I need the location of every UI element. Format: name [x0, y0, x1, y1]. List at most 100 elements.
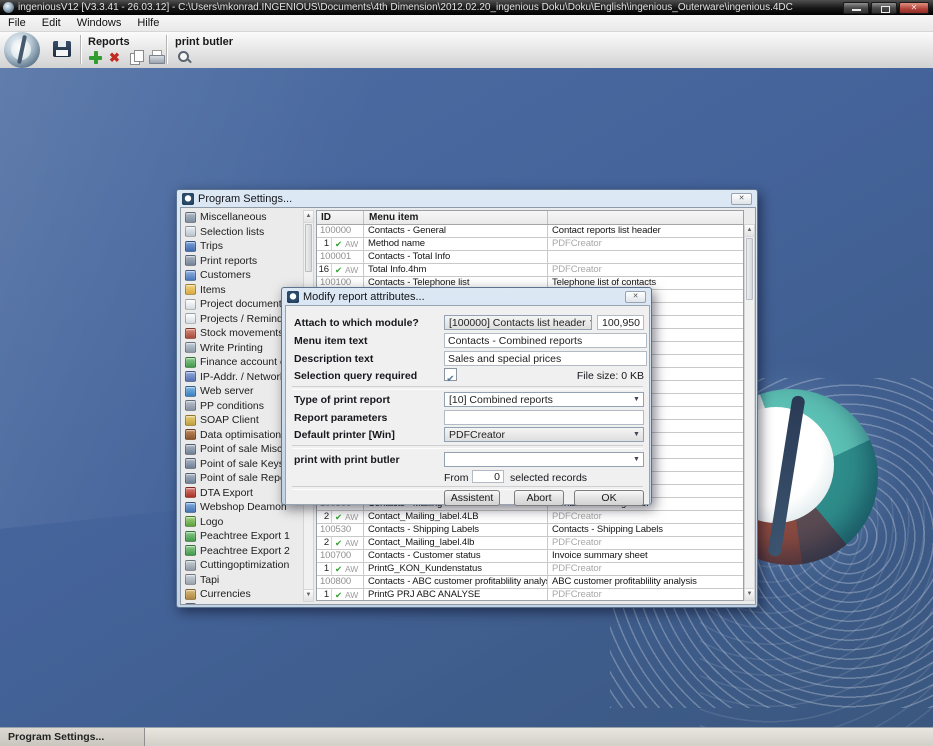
- table-row[interactable]: 2 ✔ AW Contact_Mailing_label.4lb PDFCrea…: [317, 537, 743, 550]
- close-button[interactable]: ✕: [899, 1, 929, 14]
- table-row[interactable]: 100800 Contacts - ABC customer profitabl…: [317, 576, 743, 589]
- sidebar-item[interactable]: Sales Synchronisation: [181, 602, 303, 604]
- sidebar-item[interactable]: Print reports: [181, 254, 303, 269]
- save-icon: [53, 41, 71, 57]
- minimize-button[interactable]: [843, 1, 869, 14]
- aw-flag: AW: [345, 239, 359, 249]
- sidebar-item[interactable]: Customers: [181, 268, 303, 283]
- scroll-down-icon[interactable]: ▼: [304, 589, 313, 601]
- row-description: Invoice summary sheet: [552, 550, 648, 561]
- attach-id-field[interactable]: [597, 315, 644, 330]
- settings-close-button[interactable]: ✕: [731, 192, 752, 205]
- description-text-field[interactable]: [444, 351, 647, 366]
- row-id-cell: 100001: [317, 251, 364, 263]
- sidebar-item[interactable]: Peachtree Export 2: [181, 544, 303, 559]
- header-description: [548, 211, 743, 224]
- copy-report-button[interactable]: [130, 50, 144, 65]
- sidebar-item[interactable]: Trips: [181, 239, 303, 254]
- attach-module-label: Attach to which module?: [294, 317, 419, 329]
- sidebar-item-icon: [185, 429, 196, 441]
- row-number: 1: [317, 589, 332, 600]
- ok-button[interactable]: OK: [574, 490, 644, 506]
- dialog-titlebar[interactable]: Modify report attributes... ✕: [285, 288, 648, 305]
- scroll-up-icon[interactable]: ▲: [304, 211, 313, 223]
- scroll-down-icon[interactable]: ▼: [745, 588, 754, 600]
- sidebar-item-icon: [185, 255, 196, 267]
- row-number: 2: [317, 511, 332, 523]
- row-number: 2: [317, 537, 332, 549]
- modify-report-dialog: Modify report attributes... ✕ Attach to …: [281, 287, 652, 506]
- table-row[interactable]: 2 ✔ AW Contact_Mailing_label.4LB PDFCrea…: [317, 511, 743, 524]
- row-id-cell: 1 ✔ AW: [317, 589, 364, 600]
- sidebar-item-label: Miscellaneous: [200, 211, 267, 224]
- sidebar-item-label: Write Printing: [200, 341, 263, 354]
- sidebar-item-icon: [185, 226, 196, 238]
- row-menu-item: PrintG_KON_Kundenstatus: [364, 563, 548, 575]
- table-row[interactable]: 100000 Contacts - General Contact report…: [317, 225, 743, 238]
- description-text-label: Description text: [294, 353, 374, 365]
- sidebar-item-icon: [185, 472, 196, 484]
- print-butler-dropdown[interactable]: ▼: [444, 452, 644, 467]
- add-report-button[interactable]: [88, 50, 103, 65]
- sidebar-item[interactable]: Selection lists: [181, 225, 303, 240]
- table-row[interactable]: 1 ✔ AW PrintG PRJ ABC ANALYSE PDFCreator: [317, 589, 743, 600]
- menu-item-text-field[interactable]: [444, 333, 647, 348]
- menubar: File Edit Windows Hilfe: [0, 15, 933, 32]
- table-row[interactable]: 16 ✔ AW Total Info.4hm PDFCreator: [317, 264, 743, 277]
- delete-report-button[interactable]: ✖: [109, 50, 120, 65]
- table-row[interactable]: 1 ✔ AW PrintG_KON_Kundenstatus PDFCreato…: [317, 563, 743, 576]
- sidebar-item[interactable]: Miscellaneous: [181, 210, 303, 225]
- sidebar-item-label: Web server: [200, 385, 254, 398]
- row-description: PDFCreator: [552, 511, 602, 522]
- print-report-button[interactable]: [149, 50, 165, 65]
- default-printer-dropdown[interactable]: PDFCreator ▼: [444, 427, 644, 442]
- table-row[interactable]: 100700 Contacts - Customer status Invoic…: [317, 550, 743, 563]
- preview-button[interactable]: [177, 50, 192, 65]
- abort-button[interactable]: Abort: [514, 490, 564, 506]
- sidebar-item[interactable]: Cuttingoptimization: [181, 558, 303, 573]
- sidebar-item-icon: [185, 240, 196, 252]
- check-icon: ✔: [334, 512, 343, 522]
- scrollbar-thumb[interactable]: [305, 224, 312, 272]
- sidebar-item-label: SOAP Client: [200, 414, 259, 427]
- row-description: PDFCreator: [552, 563, 602, 574]
- header-menu-item: Menu item: [364, 211, 548, 224]
- settings-titlebar[interactable]: Program Settings... ✕: [180, 190, 754, 207]
- row-description: ABC customer profitablility analysis: [552, 576, 697, 587]
- row-id-cell: 2 ✔ AW: [317, 537, 364, 549]
- scroll-up-icon[interactable]: ▲: [745, 225, 754, 237]
- sidebar-item[interactable]: Peachtree Export 1: [181, 529, 303, 544]
- row-id-cell: 100000: [317, 225, 364, 237]
- table-row[interactable]: 100530 Contacts - Shipping Labels Contac…: [317, 524, 743, 537]
- menu-item[interactable]: Hilfe: [129, 15, 167, 31]
- sidebar-item-icon: [185, 516, 196, 528]
- menu-item[interactable]: Edit: [34, 15, 69, 31]
- sidebar-item[interactable]: Logo: [181, 515, 303, 530]
- table-row[interactable]: 100001 Contacts - Total Info: [317, 251, 743, 264]
- table-row[interactable]: 1 ✔ AW Method name PDFCreator: [317, 238, 743, 251]
- sidebar-item[interactable]: Currencies: [181, 587, 303, 602]
- row-menu-item: Contact_Mailing_label.4lb: [364, 537, 548, 549]
- assistent-button[interactable]: Assistent: [444, 490, 500, 506]
- sidebar-item-icon: [185, 458, 196, 470]
- sidebar-item[interactable]: Tapi: [181, 573, 303, 588]
- menu-item[interactable]: File: [0, 15, 34, 31]
- from-count-field[interactable]: [472, 470, 504, 483]
- type-of-report-value: [10] Combined reports: [449, 393, 553, 406]
- sidebar-item-label: Projects / Reminder: [200, 312, 293, 325]
- menu-item[interactable]: Windows: [69, 15, 130, 31]
- attach-module-dropdown[interactable]: [100000] Contacts list header ▼: [444, 315, 592, 330]
- dialog-close-button[interactable]: ✕: [625, 290, 646, 303]
- table-scrollbar[interactable]: ▲ ▼: [744, 224, 755, 601]
- taskbar-item-program-settings[interactable]: Program Settings...: [0, 728, 145, 746]
- report-parameters-field[interactable]: [444, 410, 644, 425]
- type-of-report-dropdown[interactable]: [10] Combined reports ▼: [444, 392, 644, 407]
- sidebar-item-label: Peachtree Export 2: [200, 544, 290, 557]
- save-button[interactable]: [53, 41, 73, 59]
- selection-query-checkbox[interactable]: ✔: [444, 368, 457, 385]
- type-of-report-label: Type of print report: [294, 394, 391, 406]
- row-menu-item: Total Info.4hm: [364, 264, 548, 276]
- sidebar-item-label: Logo: [200, 515, 224, 528]
- scrollbar-thumb[interactable]: [746, 238, 753, 300]
- maximize-button[interactable]: [871, 1, 897, 14]
